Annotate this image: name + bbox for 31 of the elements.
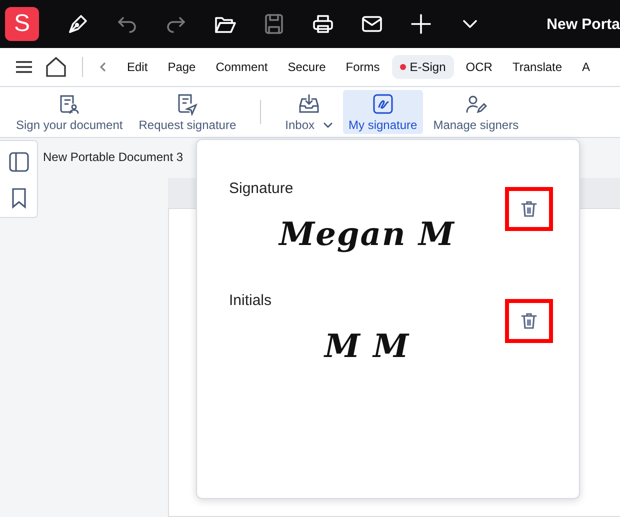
ribbon-button[interactable]: Sign your document: [10, 90, 129, 134]
menu-tab[interactable]: Page: [160, 55, 204, 79]
home-icon[interactable]: [44, 55, 68, 79]
signature-text[interactable]: M M: [324, 327, 410, 365]
ribbon-button[interactable]: Manage signers: [427, 90, 525, 134]
ribbon-button[interactable]: My signature: [342, 90, 424, 134]
menu-tab[interactable]: Translate: [504, 55, 570, 79]
section-heading: Initials: [229, 292, 272, 309]
menu-tab[interactable]: OCR: [458, 55, 500, 79]
menu-tab[interactable]: Forms: [338, 55, 388, 79]
window-title: New Porta: [546, 16, 620, 32]
trash-icon: [518, 311, 539, 331]
menu-tab[interactable]: A: [574, 55, 598, 79]
panel-toggle-icon[interactable]: [8, 151, 30, 173]
inbox-icon: [296, 92, 321, 116]
document-tab[interactable]: New Portable Document 3: [43, 150, 184, 164]
section-heading: Signature: [229, 180, 294, 197]
menu-tab[interactable]: Comment: [208, 55, 276, 79]
chevron-down-icon[interactable]: [322, 121, 332, 129]
signature-text[interactable]: Megan M: [279, 215, 455, 253]
menu-tab[interactable]: Secure: [280, 55, 334, 79]
delete-button[interactable]: [505, 187, 553, 231]
ribbon-button[interactable]: Inbox: [279, 90, 338, 134]
app-logo[interactable]: S: [5, 7, 39, 41]
trash-icon: [519, 199, 539, 219]
signature-icon: [370, 92, 395, 116]
menu-tab[interactable]: Edit: [119, 55, 156, 79]
bookmark-icon[interactable]: [10, 187, 26, 209]
ribbon-button[interactable]: Request signature: [132, 90, 242, 134]
delete-button[interactable]: [504, 299, 553, 343]
menu-tab[interactable]: E-Sign: [392, 55, 454, 79]
